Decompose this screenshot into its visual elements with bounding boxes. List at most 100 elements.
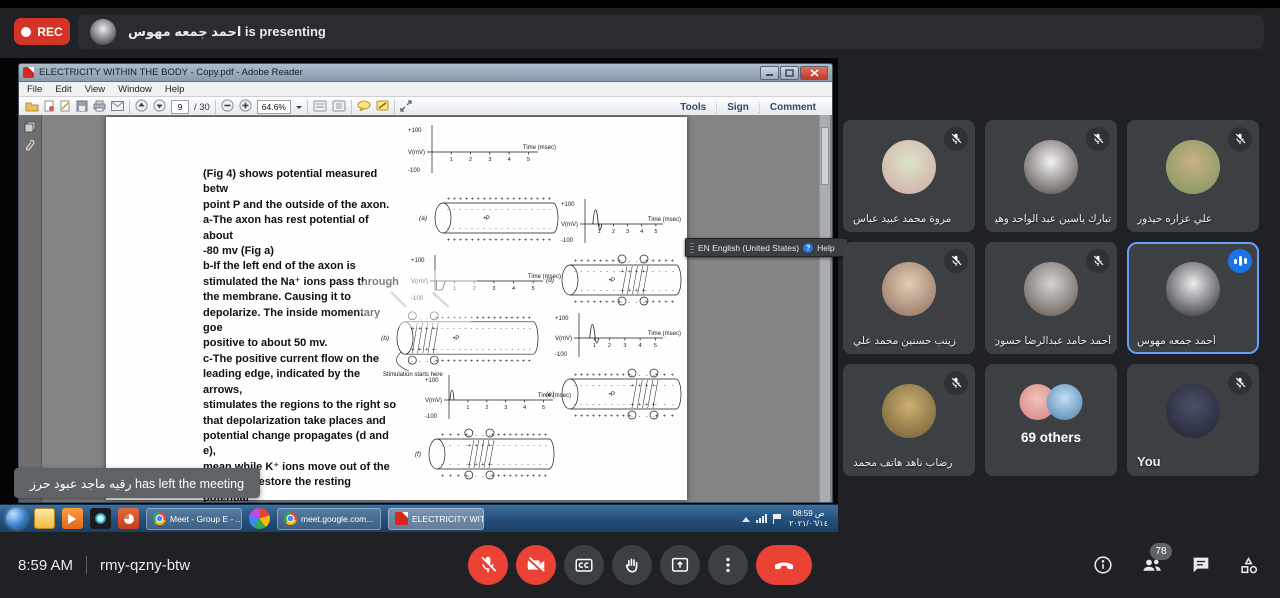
participant-name: أحمد جمعه مهوس [1137, 335, 1216, 347]
svg-text:•P: •P [484, 216, 490, 222]
chrome-icon [284, 512, 297, 525]
svg-text:+ + + + + + + +: + + + + + + + + [574, 300, 621, 306]
save-icon[interactable] [76, 100, 88, 115]
svg-text:+ + + + + + + + + + + + + + +: + + + + + + + + + + + + + + + + + [435, 359, 531, 365]
task-pdf[interactable]: ELECTRICITY WIT... [388, 508, 484, 530]
zoom-in-icon[interactable] [239, 99, 252, 115]
taskbar-clock[interactable]: 08:59 ص ٢٠٢١/٠٦/١٤ [789, 509, 832, 529]
participant-tile[interactable]: رضاب ناهد هاتف محمد [843, 364, 975, 476]
scroll-mode-icon[interactable] [313, 100, 327, 115]
panel-button-comment[interactable]: Comment [759, 102, 826, 113]
previous-page-icon[interactable] [135, 99, 148, 115]
participant-tile[interactable]: علي عزاره حيذور [1127, 120, 1259, 232]
camera-app-icon[interactable] [90, 508, 111, 529]
language-bar[interactable]: EN English (United States) ? Help [685, 238, 848, 257]
svg-text:2: 2 [608, 343, 611, 349]
print-icon[interactable] [93, 100, 106, 115]
scrollbar-thumb[interactable] [821, 127, 829, 185]
tile-others[interactable]: 69 others [985, 364, 1117, 476]
svg-text:-100: -100 [555, 352, 568, 358]
svg-text:5: 5 [654, 343, 657, 349]
attachments-paperclip-icon[interactable] [24, 139, 36, 153]
network-signal-icon[interactable] [756, 514, 767, 523]
minimize-button[interactable] [760, 66, 779, 80]
info-button[interactable] [1092, 554, 1114, 576]
help-icon[interactable]: ? [803, 243, 813, 253]
menu-help[interactable]: Help [165, 84, 185, 95]
svg-text:(a): (a) [419, 215, 427, 222]
clock-date: ٢٠٢١/٠٦/١٤ [789, 519, 828, 529]
mic-muted-badge [1228, 371, 1252, 395]
presenter-banner: احمد جمعه مهوس is presenting [78, 15, 1264, 49]
powerpoint-icon[interactable] [118, 508, 139, 529]
panel-button-sign[interactable]: Sign [716, 102, 759, 113]
maximize-button[interactable] [780, 66, 799, 80]
menu-file[interactable]: File [27, 84, 42, 95]
svg-text:- - - -: - - - - [631, 373, 655, 379]
camera-button[interactable] [516, 545, 556, 585]
menu-edit[interactable]: Edit [55, 84, 71, 95]
svg-text:2: 2 [485, 405, 488, 411]
mic-button[interactable] [468, 545, 508, 585]
fullscreen-icon[interactable] [400, 100, 412, 115]
more-vert-icon [717, 554, 739, 576]
hidden-icons-icon[interactable] [742, 513, 750, 522]
pdf-paragraph: (Fig 4) shows potential measured betw po… [203, 167, 399, 502]
pdf-scrollbar[interactable] [819, 115, 830, 502]
start-button-icon[interactable] [6, 508, 27, 529]
zoom-level-input[interactable]: 64.6% [257, 100, 291, 114]
panel-button-tools[interactable]: Tools [670, 102, 716, 113]
comment-bubble-icon[interactable] [357, 100, 371, 114]
participant-tile[interactable]: أحمد جمعه مهوس [1127, 242, 1259, 354]
language-label[interactable]: EN English (United States) [698, 243, 799, 253]
svg-text:- - - - - - - -: - - - - - - - - [574, 269, 621, 275]
more-options-button[interactable] [708, 545, 748, 585]
mic-off-icon [949, 376, 963, 390]
next-page-icon[interactable] [153, 99, 166, 115]
sign-page-icon[interactable] [60, 100, 71, 115]
participant-tile[interactable]: أحمد حامد عبدالرضا حسون [985, 242, 1117, 354]
zoom-dropdown-icon[interactable] [296, 106, 302, 112]
participants-button[interactable]: 78 [1140, 553, 1164, 577]
fit-page-icon[interactable] [332, 100, 346, 115]
tile-you[interactable]: You [1127, 364, 1259, 476]
create-pdf-icon[interactable] [44, 100, 55, 115]
explorer-icon[interactable] [34, 508, 55, 529]
svg-text:Time (msec): Time (msec) [648, 217, 681, 223]
svg-text:+ + + +: + + + + [441, 433, 468, 439]
chrome-icon [153, 512, 166, 525]
adobe-titlebar[interactable]: ELECTRICITY WITHIN THE BODY - Copy.pdf -… [19, 64, 832, 82]
svg-text:- - - - - - - - - -: - - - - - - - - - - [574, 383, 631, 389]
close-button[interactable] [800, 66, 828, 80]
task-meet-group[interactable]: Meet - Group E - ... [146, 508, 242, 530]
chat-button[interactable] [1190, 554, 1212, 576]
captions-button[interactable] [564, 545, 604, 585]
menu-window[interactable]: Window [118, 84, 152, 95]
present-button[interactable] [660, 545, 700, 585]
camera-off-icon [525, 554, 547, 576]
participant-tile[interactable]: تبارك ياسين عبد الواحد وهيب [985, 120, 1117, 232]
media-player-icon[interactable] [62, 508, 83, 529]
presenter-banner-text: احمد جمعه مهوس is presenting [128, 24, 326, 40]
end-call-button[interactable] [756, 545, 812, 585]
page-thumbnails-icon[interactable] [24, 121, 36, 133]
svg-text:Time (msec): Time (msec) [648, 331, 681, 337]
open-icon[interactable] [25, 100, 39, 115]
call-controls [468, 545, 812, 585]
annotate-icon[interactable] [376, 100, 389, 114]
action-center-flag-icon[interactable] [773, 514, 783, 524]
email-icon[interactable] [111, 101, 124, 114]
participant-tile[interactable]: زينب حسنين محمد علي [843, 242, 975, 354]
help-label[interactable]: Help [817, 243, 834, 253]
menu-view[interactable]: View [85, 84, 105, 95]
task-label: Meet - Group E - ... [170, 514, 242, 524]
raise-hand-button[interactable] [612, 545, 652, 585]
task-meet-google[interactable]: meet.google.com... [277, 508, 381, 530]
pinwheel-app-icon[interactable] [249, 508, 270, 529]
zoom-out-icon[interactable] [221, 99, 234, 115]
langbar-grip-icon[interactable] [690, 243, 694, 253]
svg-text:4: 4 [512, 286, 515, 292]
page-number-input[interactable]: 9 [171, 100, 189, 114]
participant-tile[interactable]: مروة محمد عبيد عباس [843, 120, 975, 232]
activities-button[interactable] [1238, 554, 1260, 576]
